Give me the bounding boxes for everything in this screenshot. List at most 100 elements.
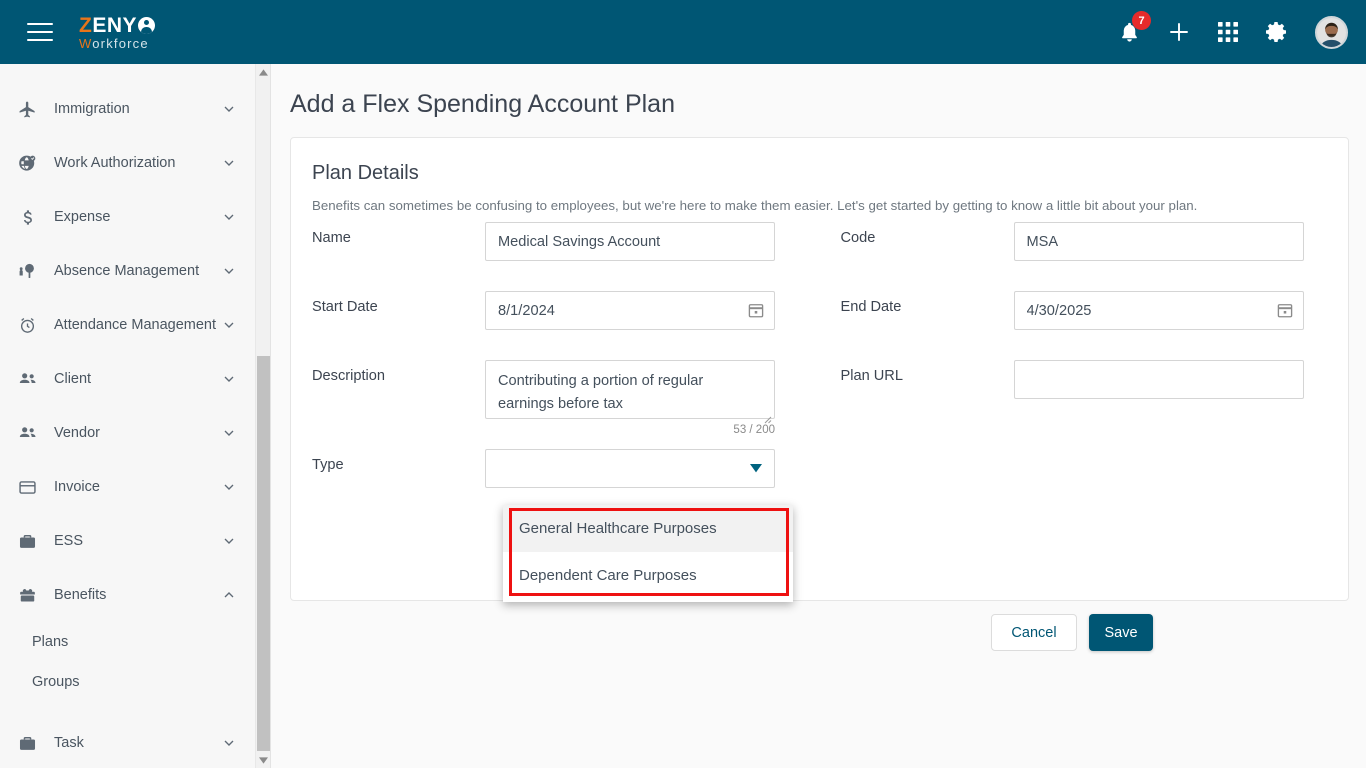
form-row: Type — [291, 449, 1348, 488]
chevron-down-icon[interactable] — [221, 735, 237, 751]
hamburger-menu-icon[interactable] — [27, 23, 53, 41]
dollar-icon — [18, 208, 48, 227]
sidebar-item-invoice[interactable]: Invoice — [0, 460, 255, 514]
sidebar-item-label: Benefits — [54, 587, 107, 603]
scroll-up-arrow-icon[interactable] — [256, 64, 271, 80]
card-subtitle: Benefits can sometimes be confusing to e… — [312, 198, 1198, 213]
sidebar-item-attendance-management[interactable]: Attendance Management — [0, 298, 255, 352]
end-date-input[interactable] — [1013, 291, 1304, 330]
chevron-down-icon[interactable] — [221, 209, 237, 225]
form-col-type: Type — [291, 449, 820, 488]
sidebar-item-task[interactable]: Task — [0, 716, 255, 768]
add-button[interactable] — [1167, 20, 1191, 44]
chevron-down-icon[interactable] — [221, 479, 237, 495]
sidebar-item-ess[interactable]: ESS — [0, 514, 255, 568]
plan-form: Name Code Start Date — [291, 222, 1348, 488]
sidebar-item-label: Immigration — [54, 101, 130, 117]
form-col-code: Code — [820, 222, 1349, 261]
card-title: Plan Details — [312, 162, 419, 184]
dropdown-option-dependent-care[interactable]: Dependent Care Purposes — [503, 552, 793, 599]
gear-icon — [1266, 22, 1286, 42]
type-select[interactable] — [485, 449, 775, 488]
sidebar-item-expense[interactable]: Expense — [0, 190, 255, 244]
logo-text-w: W — [79, 35, 93, 51]
chevron-down-icon[interactable] — [221, 263, 237, 279]
code-label: Code — [840, 230, 876, 246]
name-label: Name — [312, 230, 351, 246]
chevron-down-icon[interactable] — [750, 461, 762, 477]
type-label: Type — [312, 457, 344, 473]
person-tree-icon — [18, 262, 48, 281]
sidebar-nav: Immigration Work Authorization Expense A… — [0, 64, 255, 768]
person-circle-icon — [138, 16, 156, 34]
chevron-down-icon[interactable] — [221, 371, 237, 387]
form-col-start-date: Start Date — [291, 291, 820, 330]
calendar-icon[interactable] — [1276, 301, 1294, 324]
scrollbar-thumb[interactable] — [257, 356, 270, 751]
scroll-down-arrow-icon[interactable] — [256, 752, 271, 768]
logo-text-workforce: orkforce — [92, 35, 149, 51]
chevron-down-icon[interactable] — [221, 317, 237, 333]
form-actions: Cancel Save — [991, 614, 1153, 651]
settings-button[interactable] — [1265, 20, 1289, 44]
name-input[interactable] — [485, 222, 775, 261]
sidebar-divider — [270, 64, 271, 768]
code-input[interactable] — [1013, 222, 1304, 261]
plan-url-field-wrap — [1013, 360, 1304, 399]
app-header: Z ENY Workforce 7 — [0, 0, 1366, 64]
start-date-input[interactable] — [485, 291, 775, 330]
form-col-end-date: End Date — [820, 291, 1349, 330]
user-avatar[interactable] — [1315, 15, 1348, 49]
plan-url-input[interactable] — [1013, 360, 1304, 399]
description-textarea[interactable] — [485, 360, 775, 419]
dropdown-option-general-healthcare[interactable]: General Healthcare Purposes — [503, 505, 793, 552]
chevron-down-icon[interactable] — [221, 101, 237, 117]
sidebar-item-label: Client — [54, 371, 92, 387]
form-row: Name Code — [291, 222, 1348, 261]
type-field-wrap — [485, 449, 775, 488]
end-date-label: End Date — [840, 299, 902, 315]
sidebar-item-label: Task — [54, 735, 84, 751]
chevron-up-icon[interactable] — [221, 587, 237, 603]
sidebar-item-work-authorization[interactable]: Work Authorization — [0, 136, 255, 190]
cancel-button[interactable]: Cancel — [991, 614, 1077, 651]
description-label: Description — [312, 368, 385, 384]
app-logo[interactable]: Z ENY Workforce — [79, 15, 156, 51]
card-icon — [18, 478, 48, 497]
sidebar-item-label: Attendance Management — [54, 317, 217, 333]
sidebar-subitem-groups[interactable]: Groups — [0, 662, 255, 702]
sidebar-item-benefits[interactable]: Benefits — [0, 568, 255, 622]
form-row: Start Date End Date — [291, 291, 1348, 330]
plus-icon — [1170, 23, 1188, 41]
name-field-wrap — [485, 222, 775, 261]
sidebar-scrollbar[interactable] — [255, 64, 270, 768]
apps-button[interactable] — [1217, 21, 1239, 43]
start-date-label: Start Date — [312, 299, 378, 315]
chevron-down-icon[interactable] — [221, 155, 237, 171]
sidebar-item-label: Work Authorization — [54, 155, 176, 171]
sidebar-item-absence-management[interactable]: Absence Management — [0, 244, 255, 298]
sidebar-item-label: Vendor — [54, 425, 100, 441]
calendar-icon[interactable] — [747, 301, 765, 324]
header-actions: 7 — [1118, 11, 1348, 49]
sidebar-subitem-plans[interactable]: Plans — [0, 622, 255, 662]
sidebar-item-client[interactable]: Client — [0, 352, 255, 406]
globe-check-icon — [18, 154, 48, 173]
logo-top-line: Z ENY — [79, 15, 156, 36]
plan-url-label: Plan URL — [840, 368, 903, 384]
sidebar-item-immigration[interactable]: Immigration — [0, 82, 255, 136]
sidebar-item-label: Expense — [54, 209, 111, 225]
page-title: Add a Flex Spending Account Plan — [290, 90, 675, 118]
form-col-name: Name — [291, 222, 820, 261]
description-char-counter: 53 / 200 — [733, 424, 775, 436]
chevron-down-icon[interactable] — [221, 533, 237, 549]
form-col-description: Description 53 / 200 — [291, 360, 820, 436]
chevron-down-icon[interactable] — [221, 425, 237, 441]
sidebar-item-vendor[interactable]: Vendor — [0, 406, 255, 460]
notifications-button[interactable]: 7 — [1118, 11, 1151, 44]
save-button[interactable]: Save — [1089, 614, 1153, 651]
people-icon — [18, 369, 48, 389]
grid-apps-icon — [1218, 22, 1238, 42]
form-col-plan-url: Plan URL — [820, 360, 1349, 424]
briefcase-icon — [18, 734, 48, 753]
